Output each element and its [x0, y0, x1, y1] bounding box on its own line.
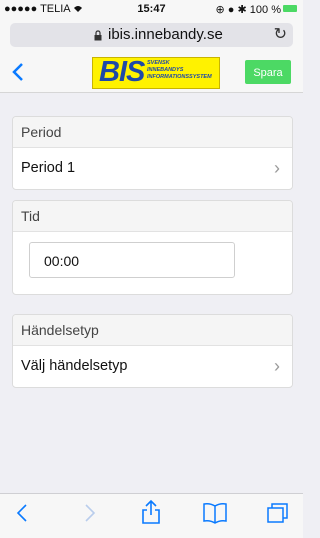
- status-right: ⊕ ● ✱ 100 %: [216, 3, 281, 16]
- carrier-label: ●●●●● TELIA: [4, 3, 83, 15]
- bis-logo: BIS SVENSK INNEBANDYS INFORMATIONSSYSTEM: [92, 56, 220, 89]
- period-panel: Period Period 1 ›: [12, 116, 293, 190]
- event-type-panel: Händelsetyp Välj händelsetyp ›: [12, 314, 293, 388]
- period-select[interactable]: Period 1 ›: [13, 148, 292, 188]
- battery-icon: [283, 5, 297, 12]
- status-time: 15:47: [137, 3, 166, 15]
- browser-forward-icon[interactable]: [84, 502, 96, 529]
- url-text: ibis.innebandy.se: [108, 26, 223, 43]
- time-heading: Tid: [13, 201, 292, 232]
- alarm-icon: ⊕: [215, 4, 225, 16]
- reload-icon[interactable]: ↻: [274, 24, 287, 44]
- event-type-value: Välj händelsetyp: [21, 358, 128, 374]
- battery-percentage: 100 %: [249, 4, 281, 16]
- wifi-icon: [73, 3, 83, 15]
- bluetooth-icon: ✱: [237, 4, 247, 16]
- app-header: BIS SVENSK INNEBANDYS INFORMATIONSSYSTEM…: [0, 52, 303, 93]
- orientation-lock-icon: ●: [227, 4, 235, 16]
- url-field[interactable]: ibis.innebandy.se ↻: [10, 23, 293, 47]
- time-input[interactable]: 00:00: [29, 242, 235, 278]
- logo-sub-line: INNEBANDYS: [147, 67, 184, 73]
- period-value: Period 1: [21, 160, 76, 176]
- browser-address-bar: ibis.innebandy.se ↻: [0, 18, 303, 53]
- browser-toolbar: [0, 493, 303, 538]
- chevron-right-icon: ›: [274, 356, 280, 376]
- status-bar: ●●●●● TELIA 15:47 ⊕ ● ✱ 100 %: [0, 0, 303, 18]
- lock-icon: [94, 28, 102, 41]
- browser-back-icon[interactable]: [16, 502, 28, 529]
- logo-text: BIS: [99, 56, 145, 88]
- share-icon[interactable]: [140, 499, 162, 530]
- back-chevron-icon[interactable]: [12, 55, 24, 85]
- time-panel: Tid 00:00: [12, 200, 293, 295]
- logo-subtext: SVENSK INNEBANDYS INFORMATIONSSYSTEM: [147, 60, 212, 81]
- period-heading: Period: [13, 117, 292, 148]
- chevron-right-icon: ›: [274, 158, 280, 178]
- bookmarks-icon[interactable]: [202, 502, 228, 529]
- event-type-heading: Händelsetyp: [13, 315, 292, 346]
- tabs-icon[interactable]: [266, 502, 290, 529]
- save-button[interactable]: Spara: [245, 60, 291, 84]
- logo-sub-line: SVENSK: [147, 60, 170, 66]
- logo-sub-line: INFORMATIONSSYSTEM: [147, 74, 212, 80]
- event-type-select[interactable]: Välj händelsetyp ›: [13, 346, 292, 386]
- carrier-text: ●●●●● TELIA: [4, 3, 71, 15]
